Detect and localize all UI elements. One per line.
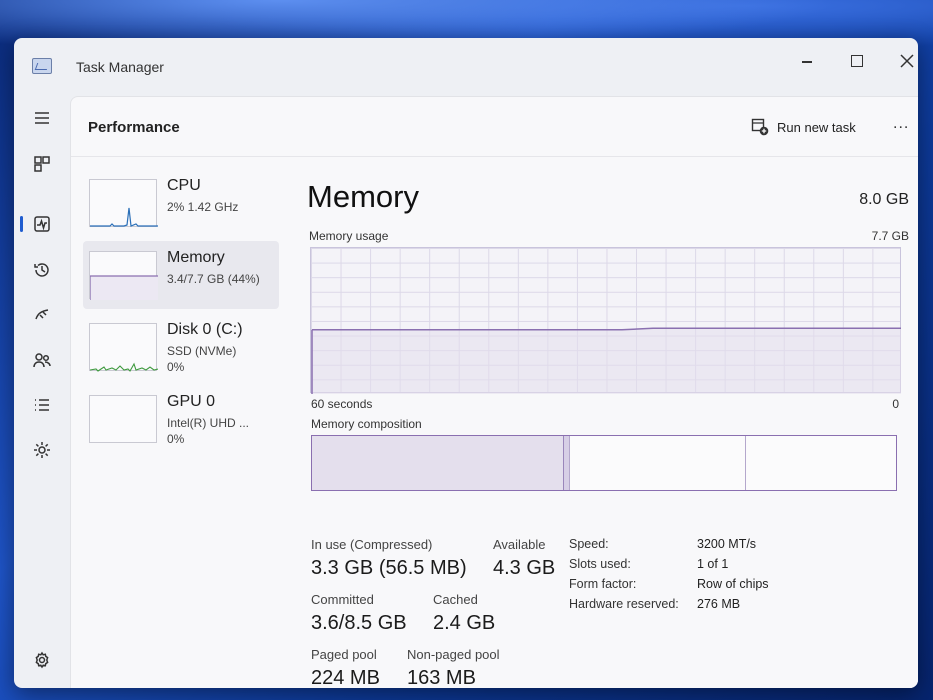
startup-apps-icon xyxy=(35,309,49,320)
run-task-icon xyxy=(751,118,769,136)
run-new-task-button[interactable]: Run new task xyxy=(751,115,856,139)
committed-value: 3.6/8.5 GB xyxy=(311,612,407,634)
cached-label: Cached xyxy=(433,592,478,607)
performance-icon xyxy=(34,216,50,232)
slots-used-value: 1 of 1 xyxy=(697,557,729,571)
nav-app-history[interactable] xyxy=(28,256,56,284)
device-name: GPU 0 xyxy=(167,393,216,410)
form-factor-value: Row of chips xyxy=(697,577,769,591)
device-usage: 2% 1.42 GHz xyxy=(167,200,239,214)
memory-usage-area xyxy=(312,328,901,394)
memory-usage-max: 7.7 GB xyxy=(871,229,909,243)
device-name: CPU xyxy=(167,177,201,194)
device-cpu[interactable]: CPU 2% 1.42 GHz xyxy=(83,169,279,237)
nav-users[interactable] xyxy=(28,346,56,374)
device-name: Memory xyxy=(167,249,225,266)
nav-startup-apps[interactable] xyxy=(28,301,56,329)
close-button[interactable] xyxy=(884,46,918,76)
task-manager-icon xyxy=(32,58,52,74)
nav-performance[interactable] xyxy=(28,210,56,238)
in-use-label: In use (Compressed) xyxy=(311,537,433,552)
more-options-button[interactable]: ... xyxy=(893,115,909,133)
page-header: Performance Run new task ... xyxy=(71,97,918,157)
composition-in-use xyxy=(312,436,564,490)
hamburger-icon xyxy=(35,112,49,124)
hardware-reserved-label: Hardware reserved: xyxy=(569,597,679,611)
run-new-task-label: Run new task xyxy=(777,119,856,135)
services-icon xyxy=(34,442,50,458)
non-paged-pool-label: Non-paged pool xyxy=(407,647,500,662)
device-disk[interactable]: Disk 0 (C:) SSD (NVMe) 0% xyxy=(83,313,279,381)
page-title: Performance xyxy=(88,119,180,136)
memory-usage-graph xyxy=(310,247,901,394)
device-model: Intel(R) UHD ... xyxy=(167,416,250,430)
device-memory[interactable]: Memory 3.4/7.7 GB (44%) xyxy=(83,241,279,309)
slots-used-label: Slots used: xyxy=(569,557,631,571)
in-use-value: 3.3 GB (56.5 MB) xyxy=(311,557,467,579)
content-pane: Performance Run new task ... CPU 2% 1.42… xyxy=(70,96,918,688)
nav-settings[interactable] xyxy=(28,646,56,674)
device-name: Disk 0 (C:) xyxy=(167,321,243,338)
settings-icon xyxy=(35,651,49,669)
cached-value: 2.4 GB xyxy=(433,612,496,634)
paged-pool-value: 224 MB xyxy=(311,667,380,688)
cpu-sparkline xyxy=(90,207,158,227)
processes-icon xyxy=(34,156,50,172)
memory-sparkline xyxy=(89,275,158,300)
window-title: Task Manager xyxy=(76,59,164,75)
device-usage: 3.4/7.7 GB (44%) xyxy=(167,272,260,286)
minimize-button[interactable] xyxy=(784,46,830,76)
composition-free xyxy=(746,436,896,490)
paged-pool-label: Paged pool xyxy=(311,647,377,662)
nav-processes[interactable] xyxy=(28,150,56,178)
nav-services[interactable] xyxy=(28,436,56,464)
non-paged-pool-value: 163 MB xyxy=(407,667,476,688)
hardware-reserved-value: 276 MB xyxy=(697,597,741,611)
speed-value: 3200 MT/s xyxy=(697,537,757,551)
close-icon xyxy=(900,54,914,68)
device-type: SSD (NVMe) xyxy=(167,344,237,358)
speed-label: Speed: xyxy=(569,537,609,551)
app-history-icon xyxy=(34,263,49,277)
memory-composition-bar xyxy=(311,435,897,491)
maximize-button[interactable] xyxy=(834,46,880,76)
gpu-thumbnail xyxy=(89,395,157,443)
device-usage: 0% xyxy=(167,432,185,446)
disk-sparkline xyxy=(89,362,159,372)
disk-thumbnail xyxy=(89,323,159,372)
memory-heading: Memory xyxy=(307,179,419,214)
committed-label: Committed xyxy=(311,592,374,607)
task-manager-window: Task Manager Performance Run new task ..… xyxy=(14,38,918,688)
device-usage: 0% xyxy=(167,360,185,374)
details-icon xyxy=(35,399,49,411)
memory-thumbnail xyxy=(89,251,158,300)
device-gpu[interactable]: GPU 0 Intel(R) UHD ... 0% xyxy=(83,385,279,453)
composition-standby xyxy=(570,436,746,490)
memory-usage-label: Memory usage xyxy=(309,229,389,243)
memory-composition-label: Memory composition xyxy=(311,417,422,431)
available-label: Available xyxy=(493,537,546,552)
memory-usage-line-svg xyxy=(311,327,901,394)
form-factor-label: Form factor: xyxy=(569,577,637,591)
graph-time-span: 60 seconds xyxy=(311,397,373,411)
nav-details[interactable] xyxy=(28,391,56,419)
graph-time-end: 0 xyxy=(892,397,899,411)
nav-active-indicator xyxy=(20,216,23,232)
cpu-thumbnail xyxy=(89,179,158,227)
hamburger-menu-button[interactable] xyxy=(28,104,56,132)
navigation-rail xyxy=(14,96,70,688)
available-value: 4.3 GB xyxy=(493,557,556,579)
memory-total: 8.0 GB xyxy=(859,191,909,208)
title-bar[interactable]: Task Manager xyxy=(14,38,918,96)
users-icon xyxy=(33,353,51,368)
